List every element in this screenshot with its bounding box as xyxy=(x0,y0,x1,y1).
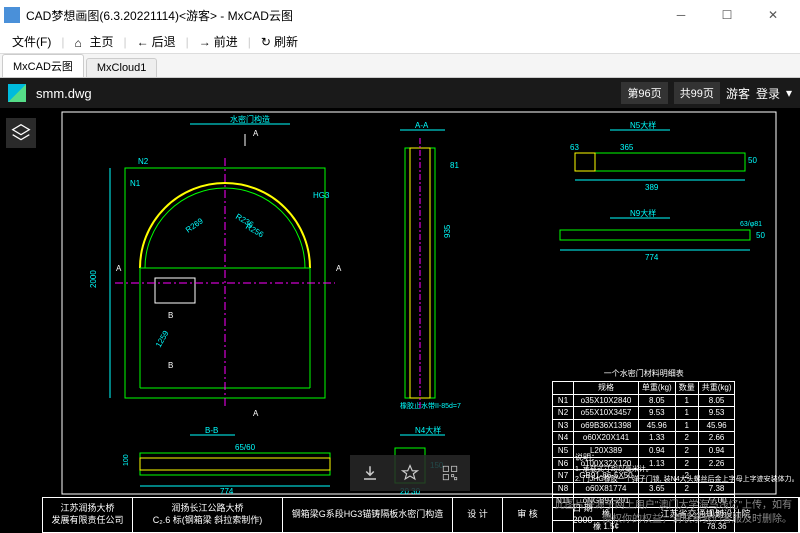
svg-text:389: 389 xyxy=(645,183,659,192)
window-titlebar: CAD梦想画图(6.3.20221114)<游客> - MxCAD云图 ─ ☐ … xyxy=(0,0,800,30)
tab-mxcad[interactable]: MxCAD云图 xyxy=(2,54,84,77)
svg-text:63: 63 xyxy=(570,143,579,152)
svg-text:100: 100 xyxy=(123,454,130,466)
cad-viewport[interactable]: smm.dwg 第96页 共99页 游客 登录 ▾ 水密门构造 A xyxy=(0,78,800,533)
door-elevation: 2000 R269 R236 R256 1259 N2 N1 HG3 xyxy=(89,157,335,408)
svg-text:橡胶止水带II-85d=7: 橡胶止水带II-85d=7 xyxy=(400,401,461,410)
back-icon: ← xyxy=(137,35,149,49)
page-prev[interactable]: 第96页 xyxy=(621,82,667,104)
n5-detail: 389 365 63 50 xyxy=(570,143,757,192)
svg-text:65/60: 65/60 xyxy=(235,443,256,452)
svg-text:B: B xyxy=(168,361,173,370)
svg-text:N1: N1 xyxy=(130,179,141,188)
view-bb-label: B-B xyxy=(205,426,218,435)
svg-text:2000: 2000 xyxy=(89,270,98,288)
n4-label: N4大样 xyxy=(415,425,441,435)
user-guest: 游客 xyxy=(726,85,750,102)
svg-text:63/φ81: 63/φ81 xyxy=(740,221,762,228)
drawing-canvas[interactable]: 水密门构造 A 2000 R269 xyxy=(0,108,800,533)
forward-icon: → xyxy=(199,35,211,49)
section-bb: 774 65/60 100 xyxy=(123,443,330,496)
view-aa-label: A-A xyxy=(415,121,429,130)
svg-text:N2: N2 xyxy=(138,157,149,166)
refresh-icon: ↻ xyxy=(261,35,271,49)
filename: smm.dwg xyxy=(36,86,92,101)
svg-text:R269: R269 xyxy=(184,216,205,235)
chevron-down-icon[interactable]: ▾ xyxy=(786,86,792,100)
n5-label: N5大样 xyxy=(630,120,656,130)
app-icon xyxy=(4,7,20,23)
menu-forward[interactable]: →前进 xyxy=(193,31,244,52)
parts-caption: 一个水密门材料明细表 xyxy=(552,368,735,381)
viewer-header: smm.dwg 第96页 共99页 游客 登录 ▾ xyxy=(0,78,800,108)
svg-text:B: B xyxy=(168,311,173,320)
document-tabs: MxCAD云图 MxCloud1 xyxy=(0,54,800,78)
window-title: CAD梦想画图(6.3.20221114)<游客> - MxCAD云图 xyxy=(26,7,293,24)
svg-text:R256: R256 xyxy=(244,222,266,240)
qr-button[interactable] xyxy=(430,455,470,491)
section-aa: 81 935 橡胶止水带II-85d=7 xyxy=(400,138,461,410)
maximize-button[interactable]: ☐ xyxy=(704,0,750,30)
floating-toolbar xyxy=(350,455,470,491)
svg-text:935: 935 xyxy=(443,224,452,238)
tab-mxcloud1[interactable]: MxCloud1 xyxy=(86,58,158,77)
svg-text:81: 81 xyxy=(450,161,459,170)
menubar: 文件(F) | ⌂主页 | ←后退 | →前进 | ↻刷新 xyxy=(0,30,800,54)
login-link[interactable]: 登录 xyxy=(756,85,780,102)
menu-refresh[interactable]: ↻刷新 xyxy=(255,31,304,52)
menu-back[interactable]: ←后退 xyxy=(131,31,182,52)
svg-text:A: A xyxy=(336,264,342,273)
svg-text:50: 50 xyxy=(756,231,765,240)
svg-text:50: 50 xyxy=(748,156,757,165)
minimize-button[interactable]: ─ xyxy=(658,0,704,30)
watermark-text: 此图片来源于网上用户"澳门大学海马浅忆"上传，如有 侵权你的权益，请联系我们客服… xyxy=(555,499,792,527)
svg-text:365: 365 xyxy=(620,143,634,152)
svg-text:A: A xyxy=(116,264,122,273)
favorite-button[interactable] xyxy=(390,455,430,491)
drawing-title: 水密门构造 xyxy=(230,114,270,124)
menu-home[interactable]: ⌂主页 xyxy=(68,31,119,52)
svg-text:HG3: HG3 xyxy=(313,191,330,200)
svg-text:A: A xyxy=(253,409,259,418)
close-button[interactable]: ✕ xyxy=(750,0,796,30)
svg-text:1259: 1259 xyxy=(154,329,171,349)
n9-label: N9大样 xyxy=(630,208,656,218)
viewer-logo-icon xyxy=(8,84,26,102)
menu-file[interactable]: 文件(F) xyxy=(6,31,57,52)
svg-text:A: A xyxy=(253,129,259,138)
page-next[interactable]: 共99页 xyxy=(674,82,720,104)
svg-text:774: 774 xyxy=(220,487,234,496)
n9-detail: 774 63/φ81 50 xyxy=(560,221,765,262)
svg-text:774: 774 xyxy=(645,253,659,262)
home-icon: ⌂ xyxy=(74,36,86,48)
download-button[interactable] xyxy=(350,455,390,491)
